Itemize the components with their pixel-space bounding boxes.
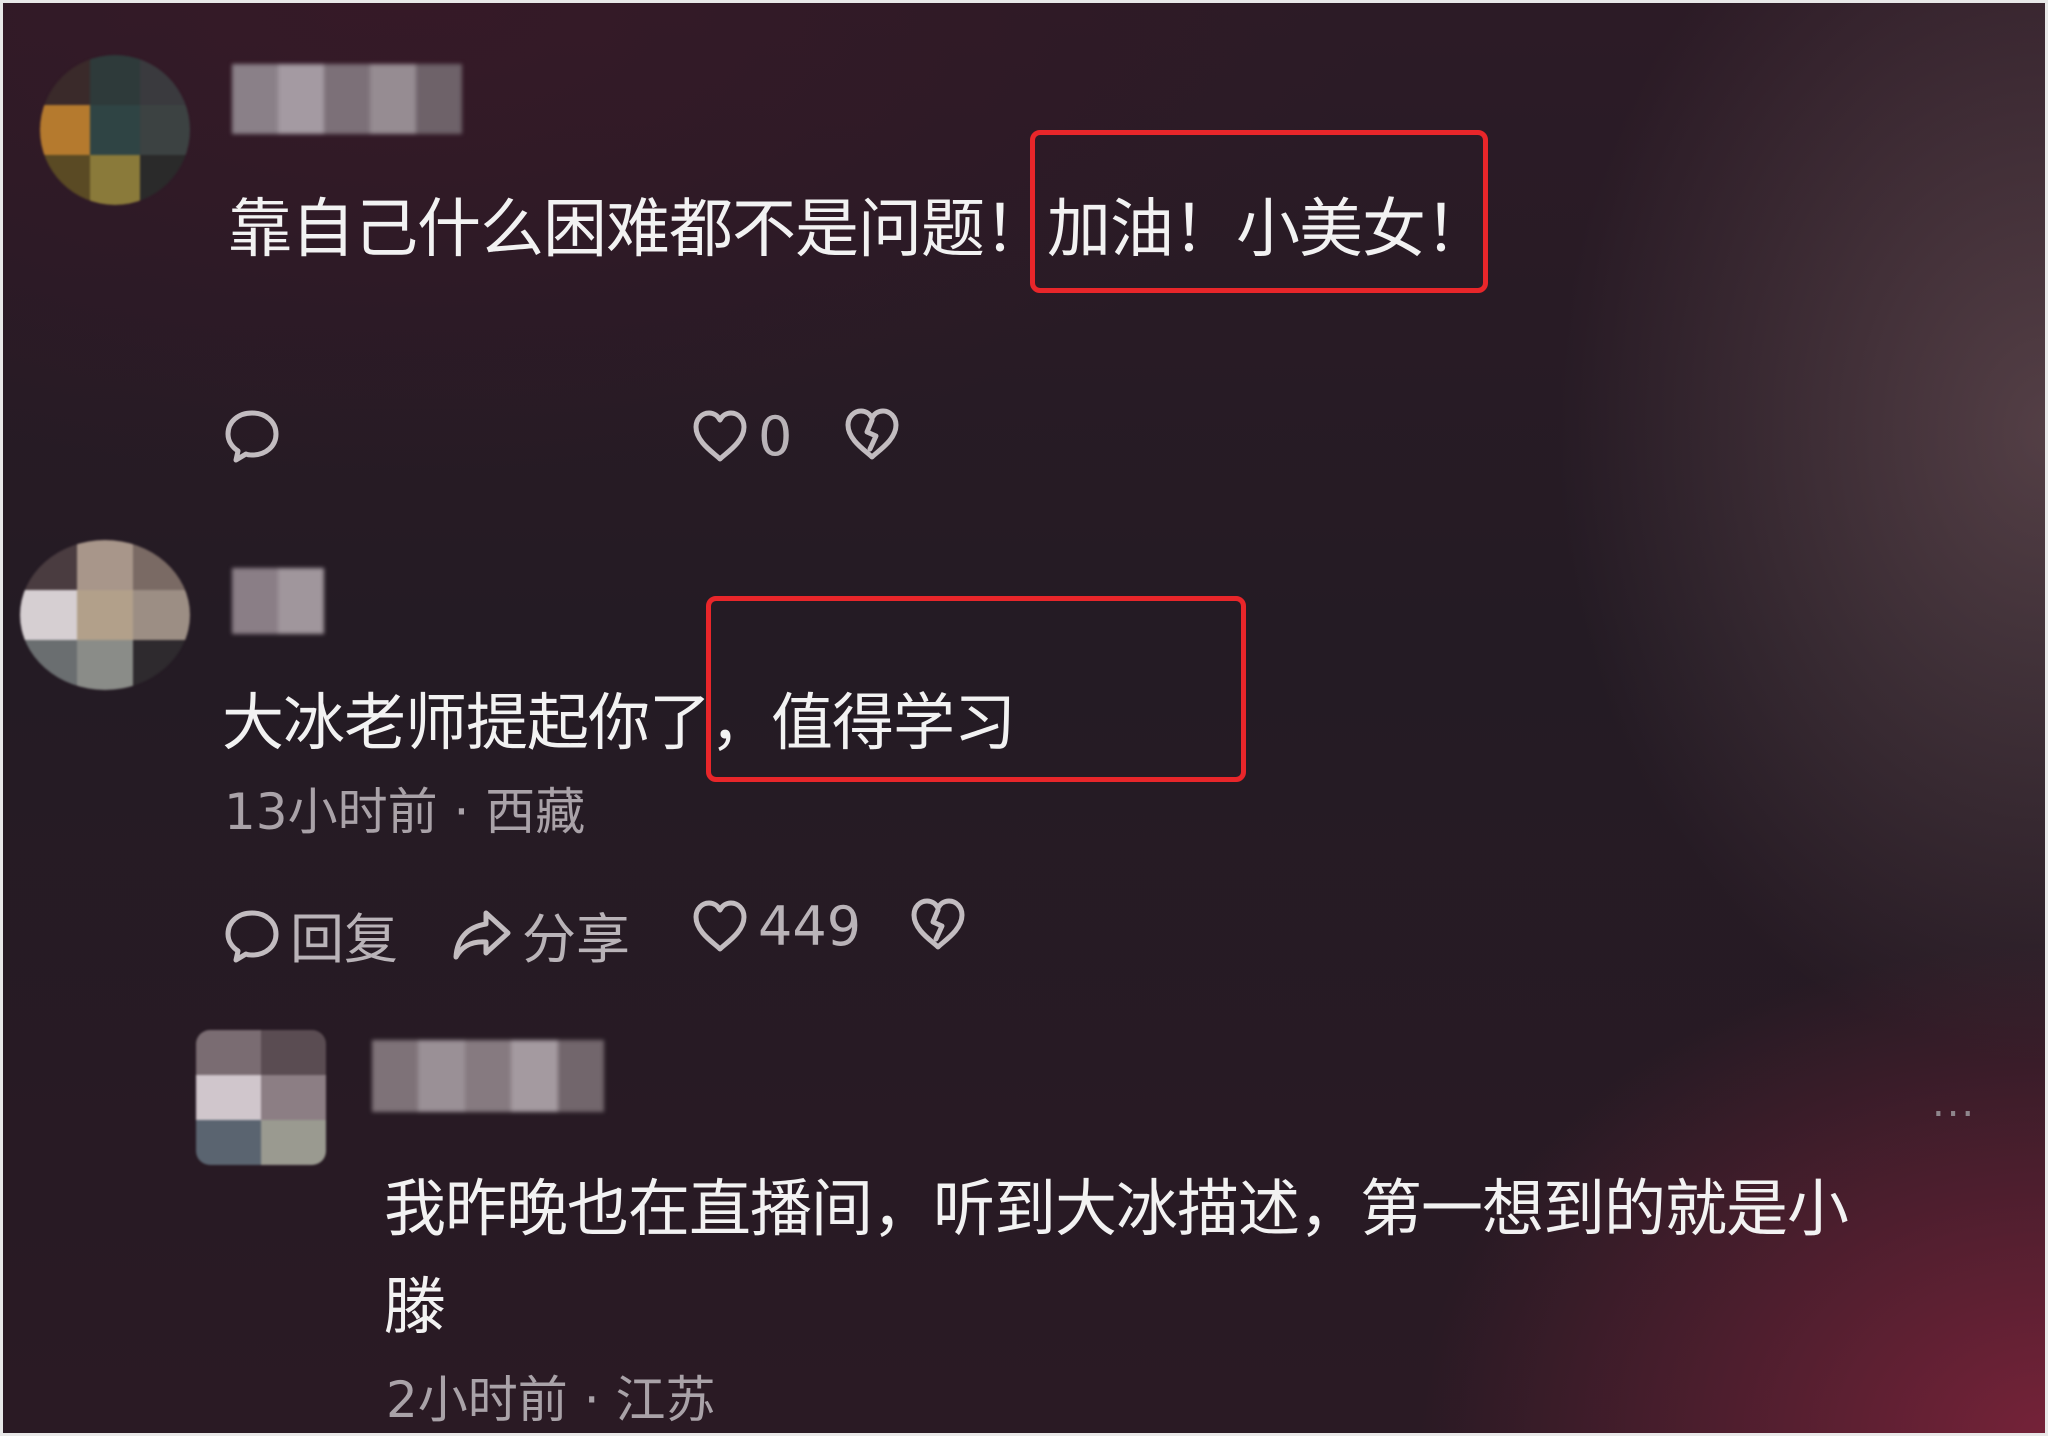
reply-time-location: 2小时前 · 江苏: [386, 1371, 716, 1429]
share-button[interactable]: 分享: [450, 895, 630, 974]
username-blurred[interactable]: [232, 568, 324, 634]
highlight-box: [1030, 130, 1488, 293]
comment-time-location: 13小时前 · 西藏: [224, 783, 586, 841]
username-blurred[interactable]: [232, 64, 462, 134]
avatar[interactable]: [40, 55, 190, 205]
heart-icon: [693, 900, 747, 951]
reply-button[interactable]: [222, 405, 282, 465]
heart-icon: [693, 410, 747, 461]
dislike-button[interactable]: [842, 405, 902, 465]
share-label: 分享: [522, 908, 630, 971]
like-button[interactable]: 0: [690, 405, 792, 468]
highlight-box: [706, 596, 1246, 782]
avatar[interactable]: [20, 540, 190, 690]
reply-button[interactable]: 回复: [222, 895, 398, 974]
reply-label: 回复: [290, 908, 398, 971]
reply-text-line-1: 我昨晚也在直播间，听到大冰描述，第一想到的就是小: [384, 1172, 1849, 1245]
dislike-button[interactable]: [908, 895, 968, 955]
broken-heart-icon: [845, 408, 899, 460]
like-button[interactable]: 449: [690, 895, 861, 958]
like-count: 0: [758, 405, 793, 468]
reply-text-line-2: 滕: [384, 1270, 447, 1343]
like-count: 449: [758, 895, 862, 958]
more-icon[interactable]: ...: [1932, 1080, 1976, 1126]
comment-icon: [225, 910, 279, 962]
share-icon: [453, 910, 511, 959]
avatar[interactable]: [196, 1030, 326, 1165]
broken-heart-icon: [911, 898, 965, 950]
username-blurred[interactable]: [372, 1040, 605, 1112]
comment-icon: [225, 410, 279, 463]
